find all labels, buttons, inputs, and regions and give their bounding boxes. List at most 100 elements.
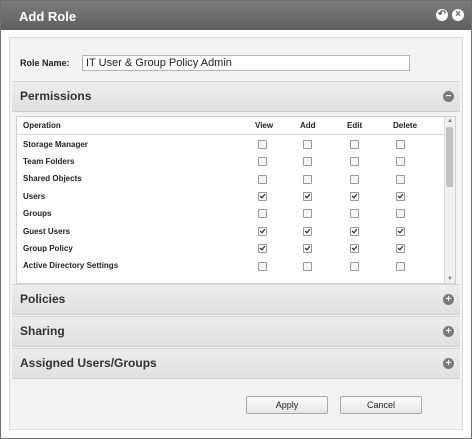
view-checkbox[interactable] (258, 226, 267, 236)
plus-circle-icon[interactable]: + (443, 358, 454, 369)
add-checkbox[interactable] (303, 209, 312, 219)
operation-label: Groups (23, 209, 52, 219)
edit-checkbox[interactable] (350, 139, 359, 149)
view-cell (255, 188, 300, 205)
assigned-section-header[interactable]: Assigned Users/Groups + (12, 348, 460, 379)
edit-checkbox[interactable] (350, 209, 359, 219)
add-cell (300, 153, 347, 170)
view-cell (255, 153, 300, 170)
edit-cell (347, 170, 393, 187)
view-checkbox[interactable] (258, 209, 267, 219)
sharing-section-header[interactable]: Sharing + (12, 316, 460, 347)
add-checkbox[interactable] (303, 244, 312, 254)
minus-circle-icon[interactable]: − (443, 91, 454, 102)
add-checkbox[interactable] (303, 191, 312, 201)
dialog-titlebar: Add Role ↶ × (1, 1, 471, 30)
add-cell (300, 135, 347, 153)
cancel-button[interactable]: Cancel (340, 396, 422, 414)
scrollbar-thumb[interactable] (446, 127, 453, 187)
table-row: Users (17, 188, 445, 205)
apply-button[interactable]: Apply (246, 396, 328, 414)
view-cell (255, 205, 300, 222)
edit-checkbox[interactable] (350, 244, 359, 254)
role-name-label: Role Name: (20, 58, 70, 68)
view-checkbox[interactable] (258, 244, 267, 254)
permissions-section-label: Permissions (20, 89, 92, 103)
add-checkbox[interactable] (303, 157, 312, 167)
role-name-input[interactable]: IT User & Group Policy Admin (82, 55, 410, 71)
column-header-edit: Edit (347, 117, 393, 136)
column-header-operation: Operation (17, 117, 255, 136)
edit-checkbox[interactable] (350, 157, 359, 167)
edit-checkbox[interactable] (350, 174, 359, 184)
delete-cell (393, 205, 445, 222)
plus-circle-icon[interactable]: + (443, 294, 454, 305)
edit-cell (347, 240, 393, 257)
table-header-row: Operation View Add Edit Delete (17, 117, 445, 136)
table-row: Guest Users (17, 222, 445, 239)
add-cell (300, 240, 347, 257)
scroll-up-icon[interactable]: ▲ (446, 117, 454, 125)
dialog-body: Role Name: IT User & Group Policy Admin … (9, 37, 463, 430)
table-row: Active Directory Settings (17, 257, 445, 274)
delete-cell (393, 153, 445, 170)
delete-cell (393, 222, 445, 239)
view-checkbox[interactable] (258, 261, 267, 271)
add-cell (300, 188, 347, 205)
table-row: Team Folders (17, 153, 445, 170)
delete-checkbox[interactable] (396, 261, 405, 271)
dialog-title: Add Role (19, 9, 77, 24)
view-cell (255, 135, 300, 153)
delete-checkbox[interactable] (396, 244, 405, 254)
edit-cell (347, 222, 393, 239)
edit-checkbox[interactable] (350, 226, 359, 236)
permissions-panel: Operation View Add Edit Delete Storage M… (16, 116, 456, 284)
policies-section-header[interactable]: Policies + (12, 284, 460, 315)
operation-label: Storage Manager (23, 139, 88, 149)
operation-label: Guest Users (23, 226, 71, 236)
close-circle-icon[interactable]: × (452, 9, 464, 21)
edit-checkbox[interactable] (350, 261, 359, 271)
view-checkbox[interactable] (258, 191, 267, 201)
view-checkbox[interactable] (258, 157, 267, 167)
column-header-add: Add (300, 117, 347, 136)
operation-label: Group Policy (23, 243, 73, 253)
add-checkbox[interactable] (303, 174, 312, 184)
add-checkbox[interactable] (303, 261, 312, 271)
add-cell (300, 205, 347, 222)
delete-checkbox[interactable] (396, 209, 405, 219)
delete-checkbox[interactable] (396, 191, 405, 201)
column-header-delete: Delete (393, 117, 445, 136)
table-row: Group Policy (17, 240, 445, 257)
operation-label: Shared Objects (23, 174, 82, 184)
edit-cell (347, 188, 393, 205)
permissions-scrollbar[interactable]: ▲ ▼ (444, 117, 455, 283)
edit-cell (347, 205, 393, 222)
scroll-down-icon[interactable]: ▼ (446, 275, 454, 283)
view-checkbox[interactable] (258, 174, 267, 184)
table-row: Shared Objects (17, 170, 445, 187)
back-circle-icon[interactable]: ↶ (436, 9, 448, 21)
delete-cell (393, 257, 445, 274)
edit-cell (347, 153, 393, 170)
add-checkbox[interactable] (303, 139, 312, 149)
permissions-section-header[interactable]: Permissions − (12, 81, 460, 112)
sharing-section-label: Sharing (20, 324, 65, 338)
add-checkbox[interactable] (303, 226, 312, 236)
plus-circle-icon[interactable]: + (443, 326, 454, 337)
delete-cell (393, 240, 445, 257)
view-checkbox[interactable] (258, 139, 267, 149)
delete-cell (393, 188, 445, 205)
permissions-table: Operation View Add Edit Delete Storage M… (17, 117, 445, 275)
view-cell (255, 257, 300, 274)
delete-cell (393, 170, 445, 187)
edit-checkbox[interactable] (350, 191, 359, 201)
edit-cell (347, 257, 393, 274)
edit-cell (347, 135, 393, 153)
operation-label: Users (23, 191, 46, 201)
delete-checkbox[interactable] (396, 157, 405, 167)
table-row: Groups (17, 205, 445, 222)
delete-checkbox[interactable] (396, 226, 405, 236)
delete-checkbox[interactable] (396, 139, 405, 149)
delete-checkbox[interactable] (396, 174, 405, 184)
